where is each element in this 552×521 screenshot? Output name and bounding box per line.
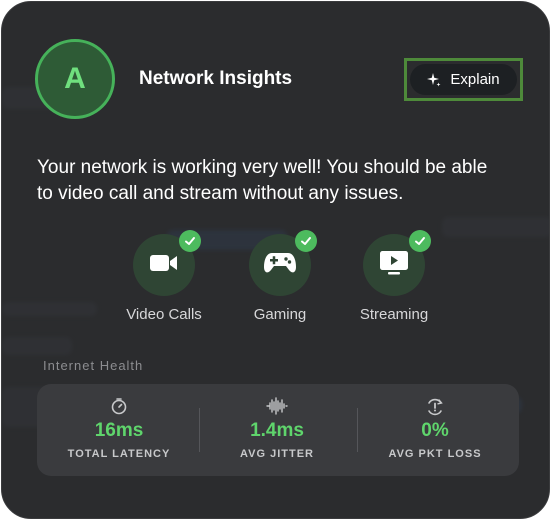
metric-label: AVG JITTER (240, 448, 314, 460)
metric-value: 1.4ms (250, 420, 304, 441)
gamepad-icon (263, 251, 297, 280)
explain-label: Explain (450, 71, 500, 88)
network-insights-card: A Network Insights Explain Your network … (1, 1, 550, 519)
waveform-icon (266, 397, 288, 417)
metric-value: 16ms (94, 420, 144, 441)
feature-streaming: Streaming (334, 230, 454, 323)
check-icon (295, 230, 317, 252)
section-title: Internet Health (43, 358, 144, 373)
feature-icon-circle (363, 230, 431, 296)
feature-icon-circle (249, 230, 317, 296)
check-icon (409, 230, 431, 252)
internet-health-panel: 16ms TOTAL LATENCY 1.4ms AVG JITTER 0% A… (37, 384, 519, 476)
metric-packet-loss: 0% AVG PKT LOSS (355, 384, 515, 476)
backdrop-shape (2, 302, 97, 316)
feature-gaming: Gaming (220, 230, 340, 323)
video-camera-icon (149, 252, 179, 279)
avatar: A (35, 39, 115, 119)
backdrop-shape (442, 217, 549, 237)
feature-label: Streaming (359, 306, 429, 323)
feature-label: Video Calls (126, 306, 202, 323)
feature-icon-circle (133, 230, 201, 296)
sparkle-icon (427, 72, 441, 87)
page-title: Network Insights (139, 68, 293, 89)
explain-button-highlight: Explain (404, 58, 523, 101)
status-message: Your network is working very well! You s… (37, 157, 488, 204)
timer-icon (110, 397, 128, 417)
metric-jitter: 1.4ms AVG JITTER (197, 384, 357, 476)
feature-label: Gaming (253, 306, 307, 323)
feature-video-calls: Video Calls (104, 230, 224, 323)
tv-play-icon (379, 250, 409, 281)
metric-value: 0% (421, 420, 449, 441)
backdrop-shape (2, 337, 72, 355)
metric-latency: 16ms TOTAL LATENCY (39, 384, 199, 476)
explain-button[interactable]: Explain (410, 64, 517, 95)
metric-label: AVG PKT LOSS (388, 448, 482, 460)
packet-loss-icon (425, 397, 445, 417)
check-icon (179, 230, 201, 252)
metric-label: TOTAL LATENCY (67, 448, 171, 460)
